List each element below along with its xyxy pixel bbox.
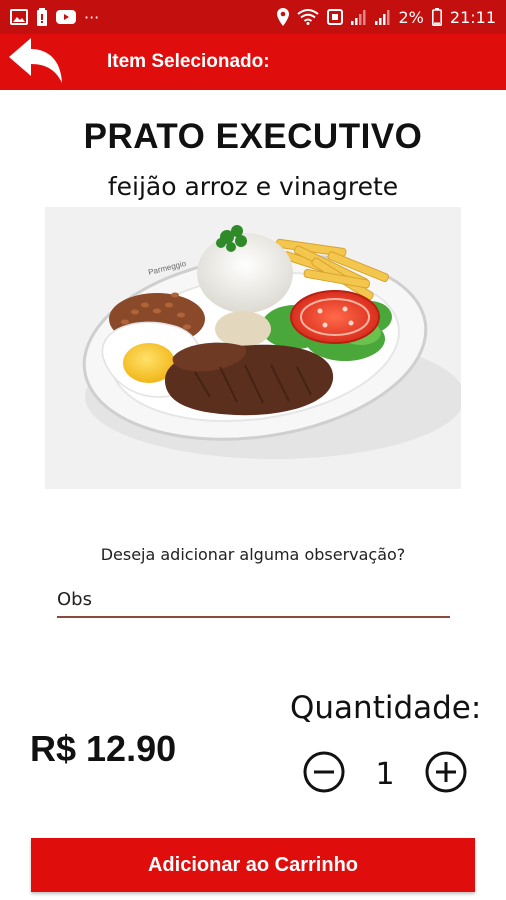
- back-button[interactable]: [0, 34, 70, 90]
- quantity-value: 1: [375, 756, 395, 792]
- product-image: Parmeggio: [45, 207, 465, 489]
- status-bar: ··· 2% 21:11: [0, 0, 506, 34]
- observation-input[interactable]: [57, 586, 450, 618]
- product-price: R$ 12.90: [30, 728, 177, 769]
- add-to-cart-button[interactable]: Adicionar ao Carrinho: [31, 838, 475, 892]
- status-left: ···: [10, 8, 99, 27]
- product-name: PRATO EXECUTIVO: [83, 117, 423, 156]
- overflow-indicator: ···: [84, 7, 100, 27]
- page-title: Item Selecionado:: [107, 51, 270, 72]
- increase-quantity-button[interactable]: [424, 750, 468, 799]
- decrease-quantity-button[interactable]: [302, 750, 346, 799]
- battery-icon: [431, 8, 442, 26]
- status-right: 2% 21:11: [276, 7, 496, 27]
- location-icon: [276, 8, 289, 26]
- battery-notification-icon: [36, 8, 48, 26]
- image-icon: [10, 9, 28, 25]
- nfc-icon: [326, 9, 343, 25]
- observation-question: Deseja adicionar alguma observação?: [100, 545, 406, 564]
- back-arrow-icon: [6, 35, 64, 90]
- product-description: feijão arroz e vinagrete: [107, 172, 399, 201]
- quantity-label: Quantidade:: [290, 690, 482, 726]
- signal-icon: [374, 9, 391, 25]
- quantity-stepper: 1: [302, 750, 468, 799]
- signal-icon: [350, 9, 367, 25]
- youtube-icon: [56, 10, 76, 24]
- clock: 21:11: [449, 7, 496, 27]
- minus-circle-icon: [302, 750, 346, 799]
- plus-circle-icon: [424, 750, 468, 799]
- wifi-icon: [296, 9, 319, 25]
- app-bar: Item Selecionado:: [0, 34, 506, 90]
- battery-percent: 2%: [398, 7, 424, 27]
